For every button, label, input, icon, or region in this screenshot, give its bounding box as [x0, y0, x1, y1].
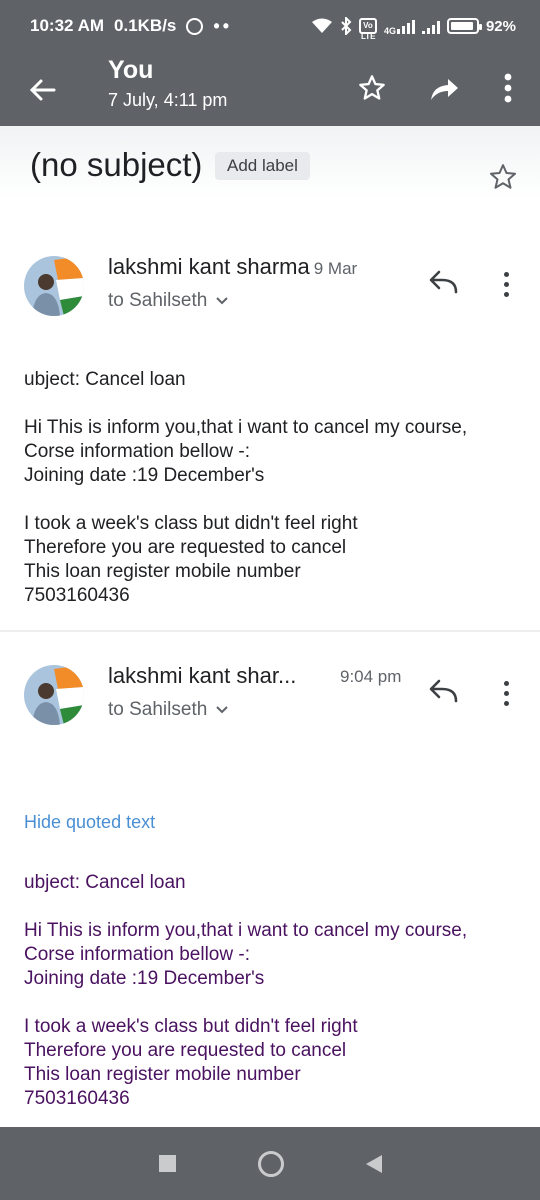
message-header[interactable]: lakshmi kant shar... 9:04 pm to Sahilset…: [0, 661, 540, 741]
status-speed: 0.1KB/s: [114, 16, 177, 35]
reply-icon: [429, 270, 458, 294]
app-more-button[interactable]: [488, 68, 528, 108]
more-dot: [503, 680, 509, 686]
add-label-button[interactable]: Add label: [215, 152, 310, 180]
status-left: 10:32 AM 0.1KB/s ••: [30, 16, 232, 37]
chevron-down-icon: [216, 706, 229, 714]
message-header[interactable]: lakshmi kant sharma 9 Mar to Sahilseth: [0, 252, 540, 332]
arrow-left-icon: [29, 79, 56, 101]
app-bar: You 7 July, 4:11 pm: [0, 52, 540, 126]
app-title: You: [108, 56, 154, 84]
battery-percent: 92%: [485, 17, 516, 35]
recipients-toggle[interactable]: to Sahilseth: [108, 290, 229, 312]
app-subtitle: 7 July, 4:11 pm: [108, 90, 228, 110]
more-dot: [503, 291, 509, 297]
thread-subject: (no subject): [30, 146, 203, 183]
sender-name: lakshmi kant shar...: [108, 663, 297, 688]
reply-button[interactable]: [426, 266, 462, 302]
sender-name-text: lakshmi kant sharma: [108, 254, 310, 279]
reply-button[interactable]: [426, 675, 462, 711]
home-button[interactable]: [257, 1150, 284, 1177]
message-time: 9:04 pm: [340, 667, 402, 686]
battery-icon: [446, 18, 482, 34]
message-more-button[interactable]: [492, 266, 520, 302]
message-divider: [0, 630, 540, 632]
recipients-text: to Sahilseth: [108, 290, 208, 311]
wifi-icon: [311, 18, 332, 33]
signal-icon: [396, 18, 415, 34]
quoted-message-body: ubject: Cancel loan Hi This is inform yo…: [24, 871, 524, 1111]
sender-photo: [24, 256, 84, 316]
back-button[interactable]: [22, 70, 62, 110]
more-vert-icon: [504, 73, 512, 103]
recipients-toggle[interactable]: to Sahilseth: [108, 699, 229, 721]
sender-photo: [24, 665, 84, 725]
body-paragraph: Hi This is inform you,that i want to can…: [24, 920, 468, 989]
message-body: ubject: Cancel loan Hi This is inform yo…: [24, 368, 524, 608]
recipients-text: to Sahilseth: [108, 699, 208, 720]
reply-icon: [429, 679, 458, 703]
more-dot: [503, 271, 509, 277]
network-type: 4G: [383, 26, 396, 36]
subject-row: (no subject) Add label: [0, 126, 540, 230]
body-paragraph: I took a week's class but didn't feel ri…: [24, 513, 358, 606]
system-nav-bar: [0, 1127, 540, 1200]
sender-name: lakshmi kant sharma 9 Mar: [108, 254, 357, 280]
avatar[interactable]: [24, 256, 84, 316]
hide-quoted-text-link[interactable]: Hide quoted text: [24, 812, 155, 833]
status-right: Vo LTE 4G 92%: [311, 16, 516, 41]
status-time: 10:32 AM: [30, 16, 105, 35]
more-dot: [503, 690, 509, 696]
status-bar: 10:32 AM 0.1KB/s •• Vo LTE 4G 92%: [0, 0, 540, 52]
body-paragraph: Hi This is inform you,that i want to can…: [24, 417, 468, 486]
message-more-button[interactable]: [492, 675, 520, 711]
system-back-button[interactable]: [365, 1154, 382, 1173]
chevron-down-icon: [216, 297, 229, 305]
forward-icon: [431, 79, 458, 100]
volte-badge: Vo LTE: [358, 18, 377, 41]
star-outline-icon: [359, 75, 385, 100]
forward-button[interactable]: [424, 68, 464, 108]
body-paragraph: I took a week's class but didn't feel ri…: [24, 1016, 358, 1109]
message-date: 9 Mar: [313, 259, 358, 278]
notification-dots: ••: [213, 15, 232, 36]
star-button[interactable]: [352, 68, 392, 108]
avatar[interactable]: [24, 665, 84, 725]
dnd-icon: [186, 17, 204, 35]
star-outline-icon: [490, 164, 516, 189]
more-dot: [503, 281, 509, 287]
recents-button[interactable]: [158, 1155, 176, 1172]
body-line: ubject: Cancel loan: [24, 872, 186, 893]
thread-star-button[interactable]: [488, 162, 524, 198]
signal-icon-2: [421, 18, 440, 34]
more-dot: [503, 700, 509, 706]
body-line: ubject: Cancel loan: [24, 369, 186, 390]
bluetooth-icon: [341, 17, 352, 35]
